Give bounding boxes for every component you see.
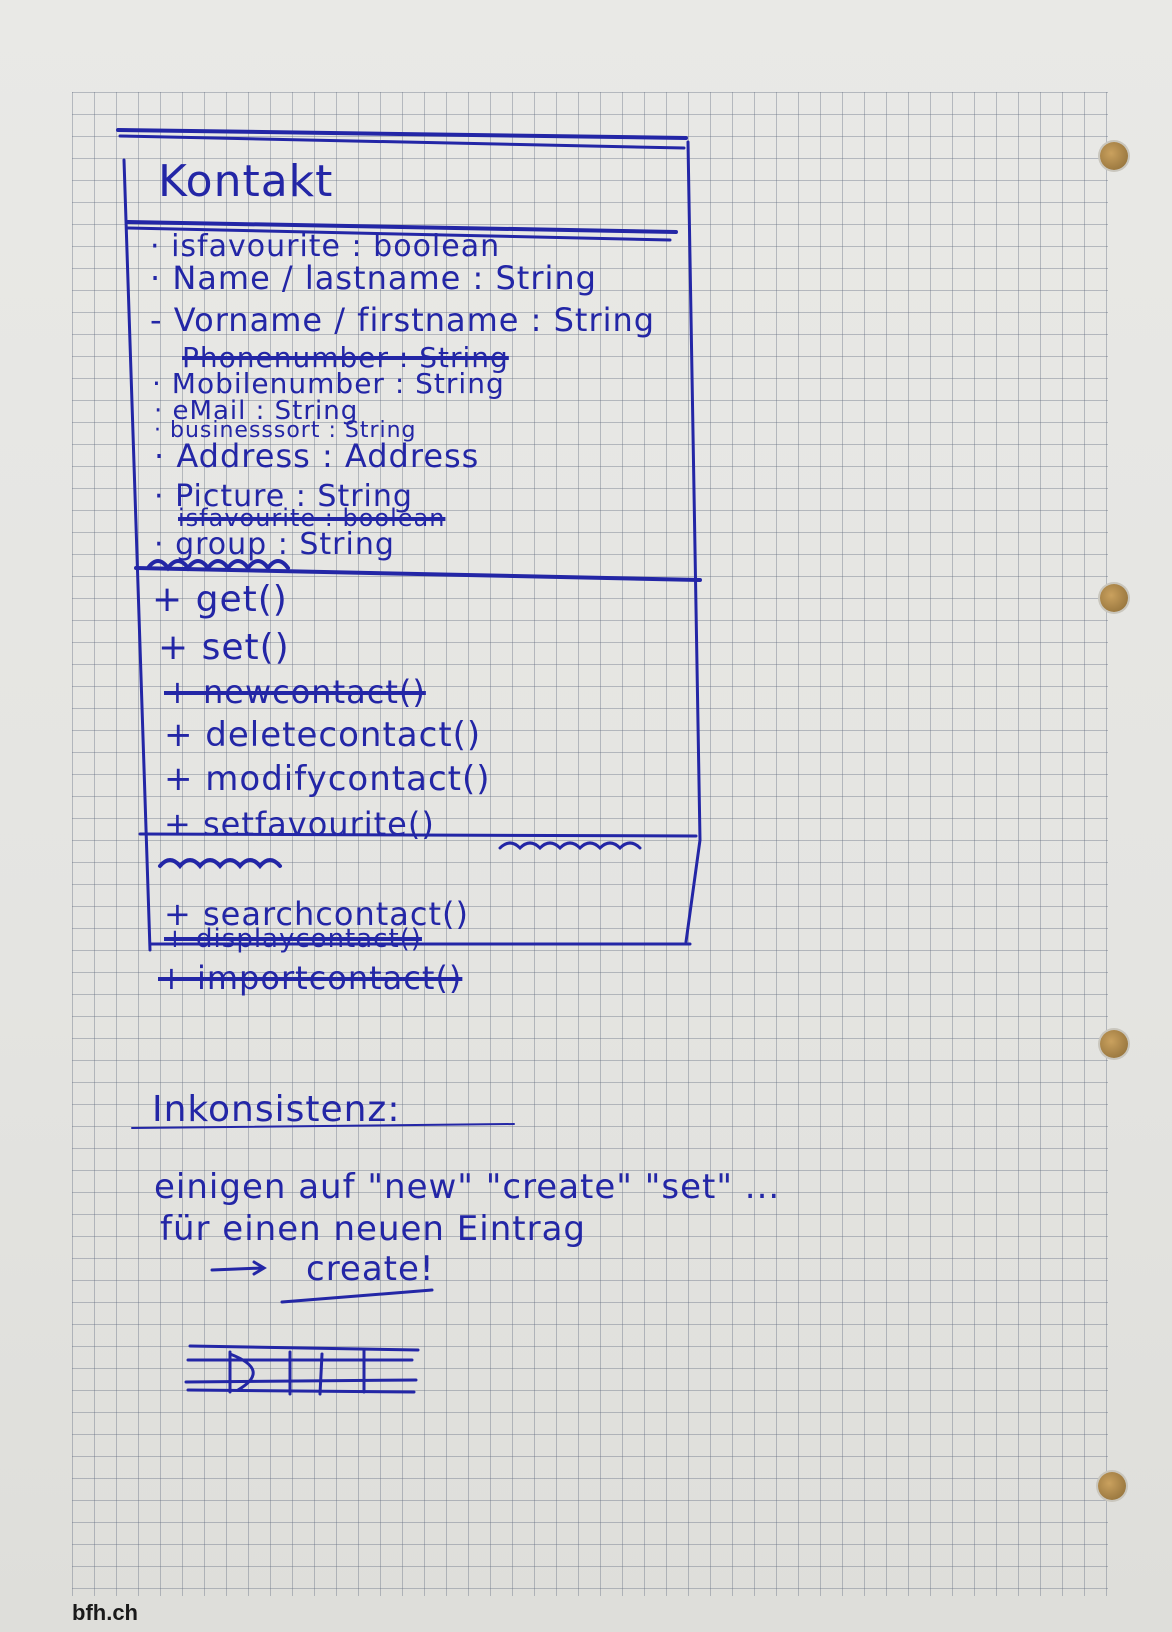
- brand-logo: bfh.ch: [72, 1600, 138, 1625]
- method-item: + set(): [158, 627, 290, 668]
- notes-line: für einen neuen Eintrag: [160, 1209, 586, 1249]
- notes-heading: Inkonsistenz:: [152, 1089, 401, 1130]
- notes-emphasis: create!: [306, 1249, 435, 1289]
- method-item: + modifycontact(): [164, 759, 491, 799]
- method-item-struck: + displaycontact(): [164, 924, 422, 954]
- attribute-item: · isfavourite : boolean: [150, 229, 501, 264]
- notes-line: einigen auf "new" "create" "set" ...: [154, 1167, 781, 1207]
- class-name: Kontakt: [158, 156, 334, 207]
- method-item-struck: + newcontact(): [164, 673, 426, 711]
- attribute-item: · group : String: [154, 527, 395, 562]
- method-item: + get(): [152, 579, 288, 620]
- attribute-item: · Address : Address: [154, 437, 480, 475]
- attribute-item: · Mobilenumber : String: [152, 367, 505, 400]
- attribute-item: · Name / lastname : String: [150, 259, 597, 297]
- method-item: + setfavourite(): [164, 805, 435, 843]
- method-item: + deletecontact(): [164, 715, 482, 755]
- method-item-struck: + importcontact(): [158, 959, 463, 997]
- attribute-item: - Vorname / firstname : String: [150, 301, 656, 339]
